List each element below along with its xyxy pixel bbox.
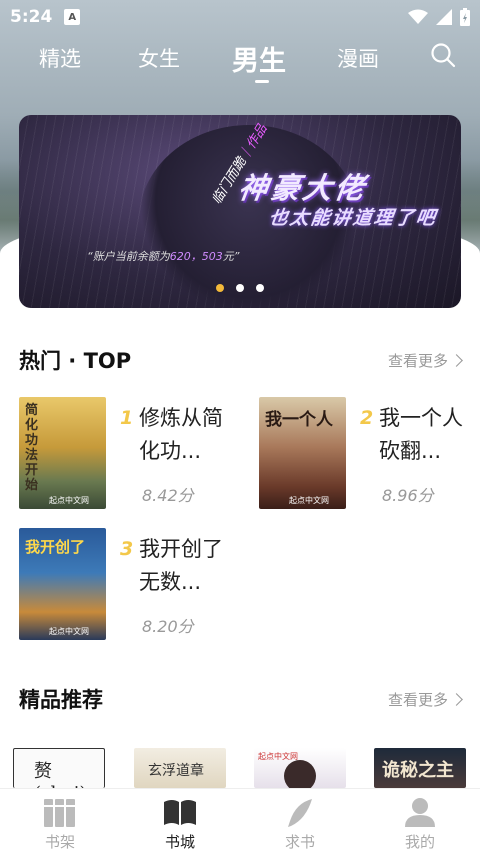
- rec-book-cover[interactable]: 起点中文网: [254, 748, 346, 788]
- book-rank: 3: [120, 538, 134, 560]
- book-cover: 我开创了 起点中文网: [19, 528, 106, 640]
- notification-a-icon: A: [64, 9, 81, 25]
- banner-quote: “账户当前余额为620，503元”: [87, 250, 240, 263]
- signal-icon: [436, 9, 452, 25]
- book-score: 8.20分: [142, 617, 194, 636]
- banner-dot[interactable]: [256, 284, 264, 292]
- nav-bookstore[interactable]: 书城: [120, 789, 240, 854]
- open-book-icon: [164, 800, 196, 825]
- wifi-icon: [408, 9, 428, 24]
- rec-section-title: 精品推荐: [19, 688, 103, 712]
- banner-dot[interactable]: [216, 284, 224, 292]
- status-bar: 5:24 A: [0, 0, 480, 34]
- rec-section-header: 精品推荐 查看更多: [19, 684, 463, 714]
- nav-profile[interactable]: 我的: [360, 789, 480, 854]
- category-tabs: 精选 女生 男生 漫画: [0, 34, 480, 86]
- active-tab-indicator: [255, 80, 269, 83]
- bottom-nav: 书架 书城 求书 我的: [0, 788, 480, 854]
- rec-book-cover[interactable]: 玄浮道章: [134, 748, 226, 788]
- banner-pagination: [0, 284, 480, 292]
- book-score: 8.42分: [142, 486, 194, 505]
- book-title: 修炼从简化功...: [139, 406, 223, 463]
- hot-more-link[interactable]: 查看更多: [388, 350, 463, 371]
- rec-book-cover[interactable]: 诡秘之主: [374, 748, 466, 788]
- bookshelf-icon: [44, 799, 75, 827]
- chevron-right-icon: [450, 692, 463, 706]
- book-cover: 简化功法开始 起点中文网: [19, 397, 106, 509]
- tab-comics[interactable]: 漫画: [337, 43, 379, 73]
- hot-book-3[interactable]: 我开创了 起点中文网 3 我开创了无数... 8.20分: [19, 528, 239, 640]
- status-icons: [408, 8, 470, 26]
- banner-subtitle: 也太能讲道理了吧: [267, 207, 439, 229]
- nav-request-book[interactable]: 求书: [240, 789, 360, 854]
- nav-bookshelf[interactable]: 书架: [0, 789, 120, 854]
- promo-banner[interactable]: 临门而跪｜作品 神豪大佬 也太能讲道理了吧 “账户当前余额为620，503元”: [19, 115, 461, 308]
- rec-more-link[interactable]: 查看更多: [388, 689, 463, 710]
- status-time: 5:24: [10, 7, 53, 27]
- book-title: 我开创了无数...: [139, 537, 223, 594]
- person-icon: [405, 798, 435, 827]
- character-portrait: [284, 760, 316, 788]
- battery-icon: [460, 8, 470, 26]
- book-title: 我一个人砍翻...: [379, 406, 463, 463]
- tab-male[interactable]: 男生: [232, 39, 286, 78]
- rec-book-cover[interactable]: 赘(zhui): [13, 748, 105, 788]
- tab-featured[interactable]: 精选: [39, 43, 81, 73]
- hot-book-1[interactable]: 简化功法开始 起点中文网 1 修炼从简化功... 8.42分: [19, 397, 239, 509]
- book-score: 8.96分: [382, 486, 434, 505]
- banner-title: 神豪大佬: [236, 171, 370, 205]
- feather-icon: [288, 799, 312, 827]
- hot-section-title: 热门 · TOP: [19, 349, 132, 373]
- book-rank: 1: [120, 407, 134, 429]
- rec-book-row: 赘(zhui) 玄浮道章 起点中文网 诡秘之主: [0, 748, 480, 788]
- search-icon[interactable]: [430, 42, 456, 68]
- hot-section-header: 热门 · TOP 查看更多: [19, 345, 463, 375]
- chevron-right-icon: [450, 353, 463, 367]
- banner-dot[interactable]: [236, 284, 244, 292]
- book-rank: 2: [360, 407, 374, 429]
- tab-female[interactable]: 女生: [138, 43, 180, 73]
- hot-book-2[interactable]: 我一个人 起点中文网 2 我一个人砍翻... 8.96分: [259, 397, 479, 509]
- book-cover: 我一个人 起点中文网: [259, 397, 346, 509]
